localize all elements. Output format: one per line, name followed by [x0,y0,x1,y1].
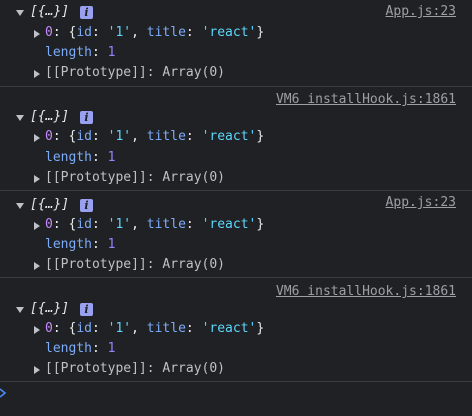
title-key: title [146,217,186,232]
source-link[interactable]: App.js:23 [386,193,456,213]
array-item[interactable]: 0: {id: '1', title: 'react'} [45,127,264,147]
id-key: id [76,129,92,144]
triangle-down-icon[interactable] [16,115,24,121]
title-value: 'react' [201,129,257,144]
array-item[interactable]: 0: {id: '1', title: 'react'} [45,23,264,43]
console-message: [{…}] i App.js:23 0: {id: '1', title: 'r… [0,0,472,87]
id-value: '1' [107,217,132,232]
array-summary[interactable]: [{…}] [30,2,69,22]
length-value: 1 [107,150,116,165]
id-key: id [76,321,92,336]
triangle-right-icon[interactable] [34,262,40,270]
item-index: 0 [45,129,53,144]
length-value: 1 [107,45,116,60]
triangle-right-icon[interactable] [34,222,40,230]
prototype-row[interactable]: [[Prototype]]: Array(0) [45,168,225,188]
id-value: '1' [107,129,132,144]
info-icon[interactable]: i [80,199,93,212]
length-value: 1 [107,237,116,252]
triangle-down-icon[interactable] [16,307,24,313]
length-value: 1 [107,341,116,356]
id-key: id [76,217,92,232]
title-value: 'react' [201,25,257,40]
item-index: 0 [45,25,53,40]
id-value: '1' [107,25,132,40]
length-row: length: 1 [45,45,116,60]
triangle-right-icon[interactable] [34,175,40,183]
length-row: length: 1 [45,150,116,165]
console-message: VM6 installHook.js:1861 [{…}] i 0: {id: … [0,87,472,191]
length-row: length: 1 [45,341,116,356]
prototype-row[interactable]: [[Prototype]]: Array(0) [45,255,225,275]
title-key: title [146,129,186,144]
item-index: 0 [45,217,53,232]
console-message: VM6 installHook.js:1861 [{…}] i 0: {id: … [0,278,472,382]
console-panel: [{…}] i App.js:23 0: {id: '1', title: 'r… [0,0,472,416]
source-link[interactable]: VM6 installHook.js:1861 [276,282,456,302]
array-summary[interactable]: [{…}] [30,107,69,127]
item-index: 0 [45,321,53,336]
length-row: length: 1 [45,237,116,252]
length-key: length [45,150,92,165]
info-icon[interactable]: i [80,6,93,19]
chevron-right-icon[interactable] [0,387,12,399]
length-key: length [45,237,92,252]
triangle-down-icon[interactable] [16,203,24,209]
array-item[interactable]: 0: {id: '1', title: 'react'} [45,319,264,339]
info-icon[interactable]: i [80,111,93,124]
title-key: title [146,25,186,40]
title-value: 'react' [201,321,257,336]
triangle-down-icon[interactable] [16,10,24,16]
triangle-right-icon[interactable] [34,134,40,142]
array-item[interactable]: 0: {id: '1', title: 'react'} [45,215,264,235]
console-message: [{…}] i App.js:23 0: {id: '1', title: 'r… [0,191,472,278]
triangle-right-icon[interactable] [34,326,40,334]
title-value: 'react' [201,217,257,232]
array-summary[interactable]: [{…}] [30,299,69,319]
info-icon[interactable]: i [80,303,93,316]
length-key: length [45,45,92,60]
triangle-right-icon[interactable] [34,366,40,374]
source-link[interactable]: App.js:23 [386,2,456,22]
prototype-row[interactable]: [[Prototype]]: Array(0) [45,359,225,379]
triangle-right-icon[interactable] [34,70,40,78]
length-key: length [45,341,92,356]
array-summary[interactable]: [{…}] [30,195,69,215]
prototype-row[interactable]: [[Prototype]]: Array(0) [45,63,225,83]
id-key: id [76,25,92,40]
source-link[interactable]: VM6 installHook.js:1861 [276,90,456,110]
title-key: title [146,321,186,336]
id-value: '1' [107,321,132,336]
triangle-right-icon[interactable] [34,30,40,38]
